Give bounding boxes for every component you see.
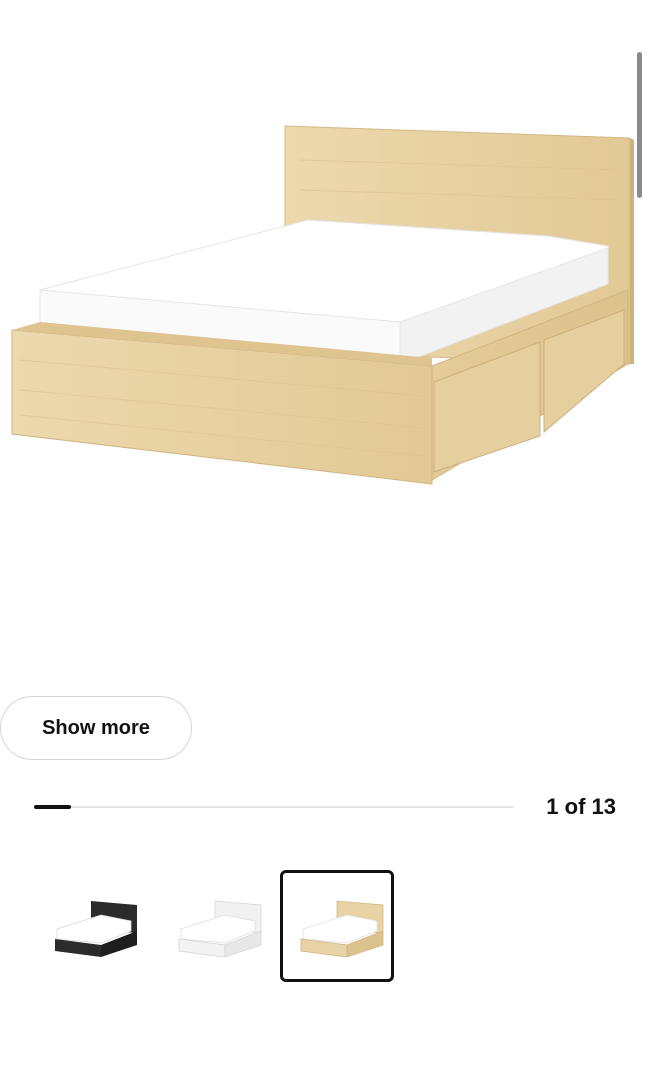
variant-thumb-oak[interactable] bbox=[280, 870, 394, 982]
variant-thumbnails bbox=[0, 868, 648, 986]
variant-thumb-black[interactable] bbox=[34, 870, 148, 982]
bed-thumbnail-oak-icon bbox=[300, 900, 384, 958]
gallery-progress-track bbox=[34, 805, 514, 809]
bed-thumbnail-white-icon bbox=[178, 900, 262, 958]
bed-illustration bbox=[11, 125, 634, 485]
bed-thumbnail-black-icon bbox=[55, 901, 137, 957]
product-main-image bbox=[0, 0, 648, 560]
show-more-button[interactable]: Show more bbox=[0, 696, 192, 760]
gallery-counter: 1 of 13 bbox=[546, 794, 616, 819]
gallery-progress-fill bbox=[34, 805, 71, 809]
variant-thumb-white[interactable] bbox=[158, 870, 272, 982]
